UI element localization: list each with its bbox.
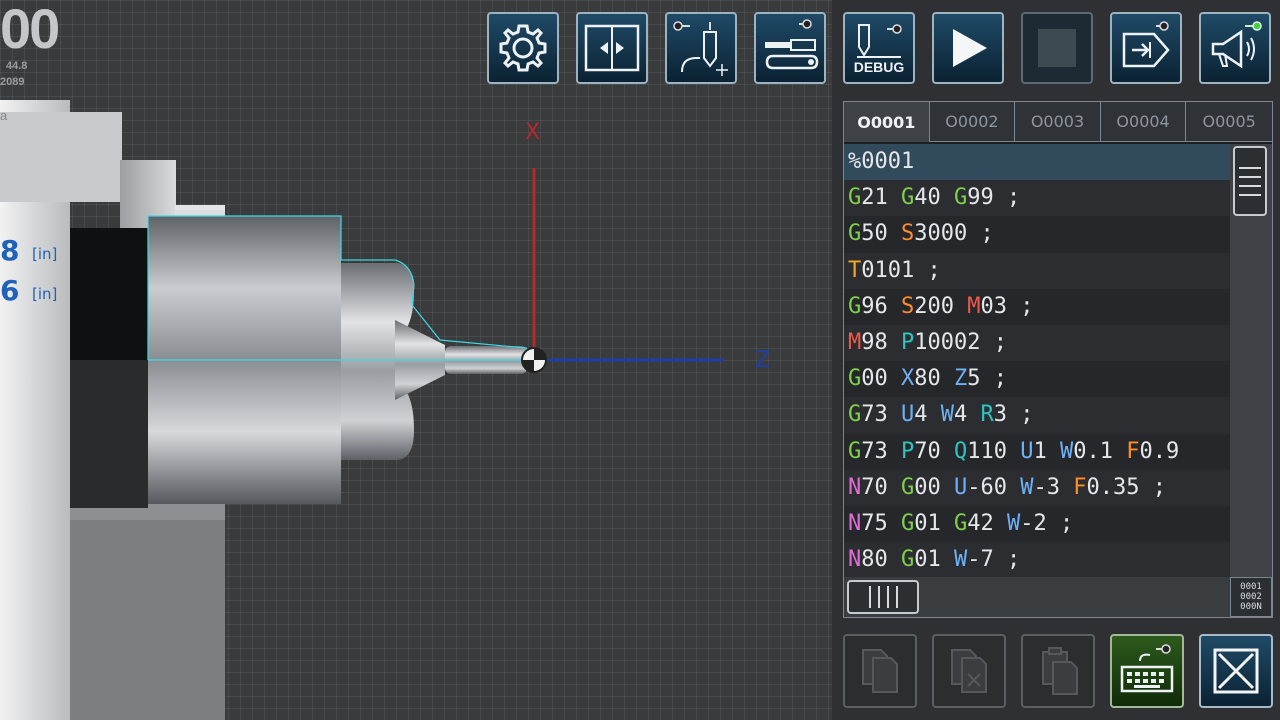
origin-marker-quad1 xyxy=(534,348,546,360)
horizontal-scrollbar[interactable] xyxy=(844,577,1230,617)
z-axis-label: Z xyxy=(755,348,771,373)
close-icon xyxy=(1213,648,1259,694)
debug-button[interactable]: DEBUG xyxy=(843,12,915,84)
settings-button[interactable] xyxy=(487,12,559,84)
tool-geometry-button[interactable] xyxy=(665,12,737,84)
paste-button[interactable] xyxy=(1021,634,1095,708)
code-line[interactable]: G73 P70 Q110 U1 W0.1 F0.9 xyxy=(844,433,1230,470)
code-line[interactable]: G21 G40 G99 ; xyxy=(844,180,1230,217)
code-line[interactable]: G50 S3000 ; xyxy=(844,216,1230,253)
cut-icon xyxy=(951,649,987,693)
code-line[interactable]: M98 P10002 ; xyxy=(844,324,1230,362)
megaphone-icon xyxy=(1211,21,1262,69)
jaw-lower xyxy=(70,360,148,508)
copy-icon xyxy=(862,649,898,693)
tab-o0003[interactable]: O0003 xyxy=(1015,102,1101,142)
tool-offset-icon xyxy=(673,21,728,76)
jaw-upper xyxy=(0,112,122,202)
screwdriver-wrench-icon xyxy=(765,19,819,70)
vertical-scrollbar[interactable] xyxy=(1230,144,1272,577)
line-num-n: 000N xyxy=(1240,602,1262,612)
keyboard-icon xyxy=(1120,644,1174,693)
readout-side-char: a xyxy=(0,108,8,123)
stop-button[interactable] xyxy=(1021,12,1093,84)
close-button[interactable] xyxy=(1199,634,1273,708)
program-editor[interactable]: O0001 O0002 O0003 O0004 O0005 %0001 G21 … xyxy=(843,101,1273,618)
cut-button[interactable] xyxy=(932,634,1006,708)
copy-button[interactable] xyxy=(843,634,917,708)
simulation-viewport[interactable]: 00 44.8 2089 a 8 [in] 6 [in] X Z xyxy=(0,0,832,720)
export-icon xyxy=(1122,21,1170,68)
debug-icon xyxy=(857,24,902,58)
tab-o0001[interactable]: O0001 xyxy=(844,102,930,142)
readout-small-top: 44.8 xyxy=(6,60,28,72)
tab-o0002[interactable]: O0002 xyxy=(929,102,1016,142)
code-area[interactable]: %0001 G21 G40 G99 ; G50 S3000 ; T0101 ; … xyxy=(844,144,1230,577)
tools-button[interactable] xyxy=(754,12,826,84)
code-line[interactable]: N70 G00 U-60 W-3 F0.35 ; xyxy=(844,469,1230,506)
readout-small-bottom: 2089 xyxy=(0,76,25,88)
play-icon xyxy=(953,29,987,67)
code-line[interactable]: G00 X80 Z5 ; xyxy=(844,361,1230,398)
export-button[interactable] xyxy=(1110,12,1182,84)
machine-doors-button[interactable] xyxy=(576,12,648,84)
x-coordinate-unit: [in] xyxy=(32,245,58,263)
keyboard-button[interactable] xyxy=(1110,634,1184,708)
program-tabs: O0001 O0002 O0003 O0004 O0005 xyxy=(844,102,1272,144)
z-coordinate-value: 6 xyxy=(0,274,20,307)
doors-icon xyxy=(584,24,640,72)
paste-icon xyxy=(1042,647,1078,695)
line-numbers-toggle[interactable]: 0001 0002 000N xyxy=(1230,577,1272,617)
code-line[interactable]: T0101 ; xyxy=(844,252,1230,289)
debug-label: DEBUG xyxy=(853,59,905,75)
gear-icon xyxy=(499,24,547,72)
lathe-scene xyxy=(0,100,724,720)
code-line[interactable]: G73 U4 W4 R3 ; xyxy=(844,397,1230,434)
stop-icon xyxy=(1038,29,1076,67)
tab-o0004[interactable]: O0004 xyxy=(1100,102,1187,142)
line-num-1: 0001 xyxy=(1240,582,1262,592)
x-axis-label: X xyxy=(525,120,541,145)
code-line[interactable]: %0001 xyxy=(844,144,1230,181)
sound-button[interactable] xyxy=(1199,12,1271,84)
chuck-face-lower xyxy=(70,520,225,720)
spindle-readout: 00 xyxy=(0,0,60,60)
code-line[interactable]: N75 G01 G42 W-2 ; xyxy=(844,505,1230,543)
run-button[interactable] xyxy=(932,12,1004,84)
code-line[interactable]: N80 G01 W-7 ; xyxy=(844,542,1230,577)
code-line[interactable]: G96 S200 M03 ; xyxy=(844,288,1230,325)
tab-o0005[interactable]: O0005 xyxy=(1186,102,1272,142)
horizontal-scroll-thumb[interactable] xyxy=(847,580,919,614)
line-num-2: 0002 xyxy=(1240,592,1262,602)
vertical-scroll-thumb[interactable] xyxy=(1233,146,1267,216)
x-coordinate-value: 8 xyxy=(0,234,20,267)
z-coordinate-unit: [in] xyxy=(32,285,58,303)
